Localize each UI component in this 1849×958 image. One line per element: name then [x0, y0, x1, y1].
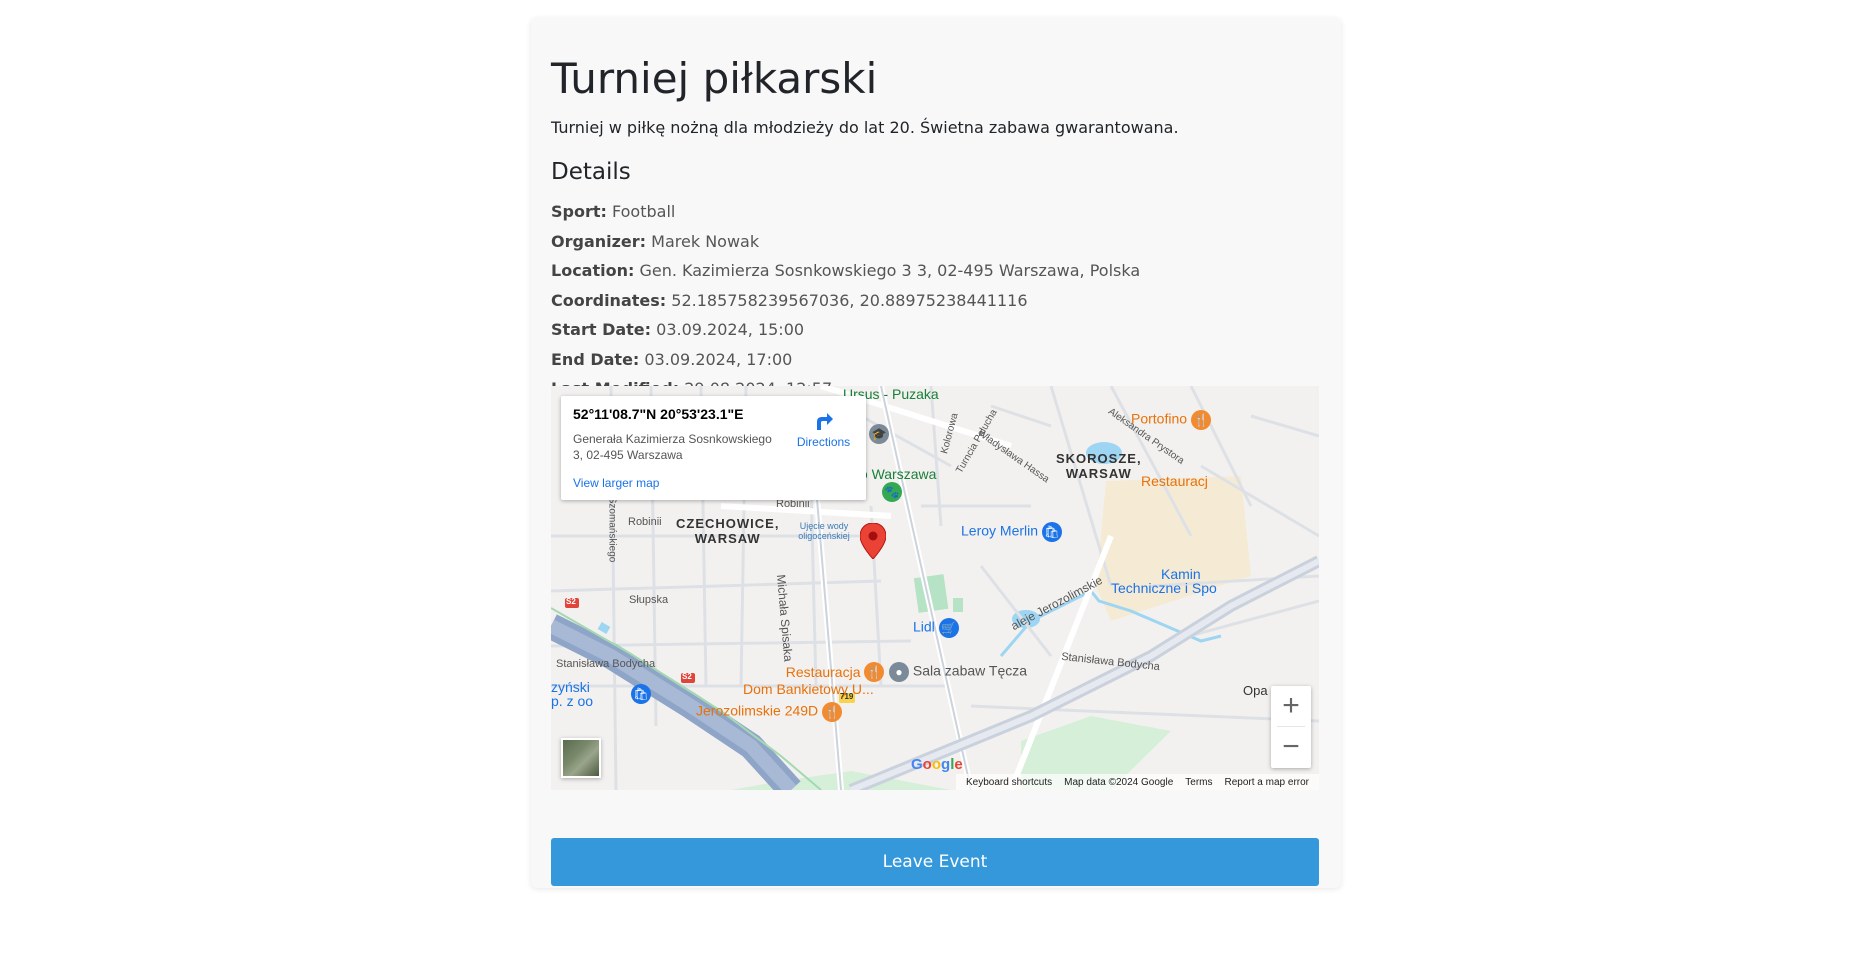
poi-label: Jerozolimskie 249D	[696, 702, 819, 719]
zoom-out-button[interactable]: −	[1271, 727, 1311, 767]
event-title: Turniej piłkarski	[551, 54, 878, 103]
shopping-bag-icon: 🛍	[631, 684, 651, 704]
poi-restauracja-dom[interactable]: Restauracja & Dom Bankietowy U...	[743, 664, 874, 698]
detail-label: Coordinates:	[551, 290, 667, 310]
area-label-text: CZECHOWICE, WARSAW	[676, 516, 780, 546]
detail-start-date: Start Date: 03.09.2024, 15:00	[551, 315, 1321, 345]
detail-label: Start Date:	[551, 320, 652, 339]
school-icon: 🎓	[869, 424, 889, 444]
poi-lidl[interactable]: Lidl 🛒	[913, 618, 959, 638]
map-attribution: Keyboard shortcuts Map data ©2024 Google…	[955, 774, 1319, 790]
poi-label: Restauracj	[1141, 473, 1208, 489]
paw-icon: 🐾	[882, 482, 902, 502]
street-label: Robinii	[628, 516, 662, 528]
event-card: Turniej piłkarski Turniej w piłkę nożną …	[531, 18, 1341, 888]
poi-restauracja-right[interactable]: Restauracj	[1141, 473, 1208, 489]
keyboard-shortcuts-link[interactable]: Keyboard shortcuts	[966, 777, 1052, 788]
map-type-toggle[interactable]	[561, 738, 601, 778]
poi-zoo-pin[interactable]: 🐾	[882, 482, 902, 502]
location-marker-icon[interactable]	[860, 523, 886, 559]
detail-label: End Date:	[551, 349, 640, 369]
poi-label: Dom Bankietowy U...	[743, 681, 874, 697]
directions-label: Directions	[796, 435, 851, 449]
fork-knife-icon: 🍴	[822, 702, 843, 722]
report-map-error-link[interactable]: Report a map error	[1225, 777, 1309, 788]
street-label: Stanisława Bodycha	[556, 658, 656, 670]
road-shield-719: 719	[840, 692, 854, 701]
road-shield-s2: S2	[682, 672, 692, 681]
event-description: Turniej w piłkę nożną dla młodzieży do l…	[551, 118, 1179, 137]
details-heading: Details	[551, 159, 631, 185]
poi-label: Portofino	[1131, 410, 1188, 427]
shopping-bag-icon: 🛍	[1041, 522, 1062, 542]
map-coordinates: 52°11'08.7"N 20°53'23.1"E	[573, 406, 744, 422]
view-larger-map-link[interactable]: View larger map	[573, 476, 659, 490]
poi-label: Lidl	[913, 618, 935, 635]
detail-value: 03.09.2024, 17:00	[644, 349, 793, 369]
poi-shop-pin[interactable]: 🛍	[631, 684, 651, 704]
poi-school[interactable]: 🎓	[869, 424, 889, 444]
detail-value: Football	[612, 202, 676, 221]
road-shield-s2: S2	[566, 597, 576, 606]
water-source-label: Ujęcie wody oligoceńskiej	[798, 521, 850, 541]
terms-link[interactable]: Terms	[1185, 777, 1212, 788]
detail-label: Location:	[551, 261, 635, 280]
detail-value: 52.185758239567036, 20.88975238441116	[671, 290, 1028, 310]
area-label-czechowice: CZECHOWICE, WARSAW	[676, 516, 779, 546]
poi-leroy-merlin[interactable]: Leroy Merlin 🛍	[961, 522, 1062, 542]
detail-label: Organizer:	[551, 231, 647, 251]
directions-button[interactable]: Directions	[791, 410, 856, 449]
detail-sport: Sport: Football	[551, 197, 1321, 227]
zoom-in-button[interactable]: +	[1271, 686, 1311, 726]
area-label-skorosze: SKOROSZE, WARSAW	[1056, 451, 1142, 481]
poi-label: Sala zabaw Tęcza	[912, 662, 1028, 679]
leave-event-button[interactable]: Leave Event	[551, 838, 1319, 886]
detail-organizer: Organizer: Marek Nowak	[551, 227, 1321, 257]
google-logo: Google	[911, 756, 963, 773]
map-data-text: Map data ©2024 Google	[1064, 776, 1174, 788]
street-label: Słupska	[629, 594, 669, 606]
poi-label: Opa	[1243, 683, 1268, 698]
poi-label: p. z oo	[551, 693, 594, 709]
poi-label: Leroy Merlin	[961, 522, 1039, 539]
detail-value: Gen. Kazimierza Sosnkowskiego 3 3, 02-49…	[639, 261, 1141, 280]
poi-techniczne[interactable]: Techniczne i Spo	[1111, 580, 1217, 596]
poi-sala-zabaw[interactable]: ● Sala zabaw Tęcza	[867, 662, 1027, 682]
detail-end-date: End Date: 03.09.2024, 17:00	[551, 345, 1321, 375]
poi-zynski[interactable]: zyński p. z oo	[551, 680, 593, 708]
detail-value: Marek Nowak	[651, 231, 760, 251]
details-list: Sport: Football Organizer: Marek Nowak L…	[551, 197, 1321, 404]
poi-label: Techniczne i Spo	[1111, 580, 1217, 596]
poi-jerozolimskie-249d[interactable]: Jerozolimskie 249D 🍴	[696, 702, 843, 722]
embedded-map[interactable]: CZECHOWICE, WARSAW SKOROSZE, WARSAW Robi…	[551, 386, 1319, 790]
detail-coordinates: Coordinates: 52.185758239567036, 20.8897…	[551, 286, 1321, 316]
map-address: Generała Kazimierza Sosnkowskiego 3, 02-…	[573, 432, 772, 462]
cart-icon: 🛒	[938, 618, 959, 638]
detail-label: Sport:	[551, 202, 607, 221]
map-info-window: 52°11'08.7"N 20°53'23.1"E Generała Kazim…	[561, 396, 866, 500]
area-label-text: SKOROSZE, WARSAW	[1056, 451, 1142, 481]
detail-value: 03.09.2024, 15:00	[656, 320, 805, 339]
poi-opa: Opa	[1243, 683, 1268, 698]
directions-icon	[816, 413, 833, 430]
poi-portofino[interactable]: Portofino 🍴	[1131, 410, 1211, 430]
fork-knife-icon: 🍴	[1190, 410, 1211, 430]
detail-location: Location: Gen. Kazimierza Sosnkowskiego …	[551, 256, 1321, 286]
poi-label: Restauracja &	[785, 664, 874, 680]
location-pin-icon: ●	[889, 662, 909, 682]
zoom-controls: + −	[1271, 686, 1311, 768]
